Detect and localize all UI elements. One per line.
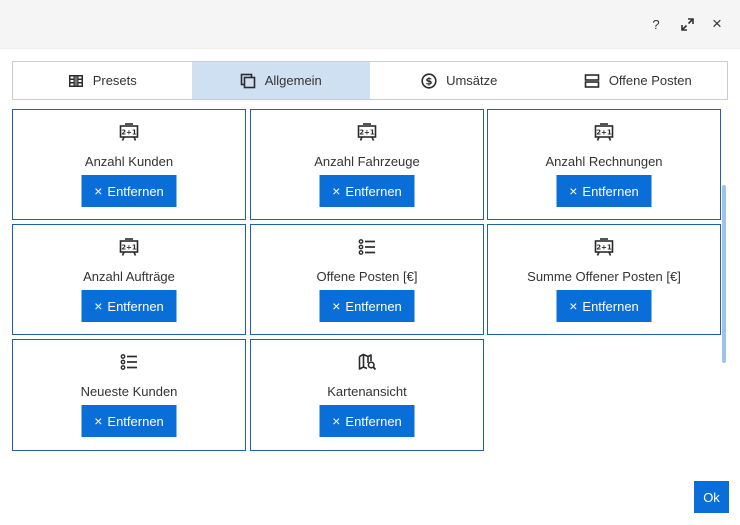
list-icon [118, 352, 140, 372]
map-search-icon [356, 352, 378, 372]
close-icon: × [94, 413, 103, 429]
close-button[interactable]: × [707, 14, 727, 34]
remove-label: Entfernen [345, 298, 402, 314]
remove-label: Entfernen [107, 183, 164, 199]
svg-text:$: $ [426, 76, 433, 87]
tab-allgemein-label: Allgemein [264, 73, 322, 88]
ok-button[interactable]: Ok [694, 481, 729, 513]
widget-title: Anzahl Rechnungen [545, 154, 663, 169]
close-icon: × [569, 183, 578, 199]
widget-title: Summe Offener Posten [€] [527, 269, 681, 284]
close-icon: × [712, 14, 722, 33]
widget-title: Anzahl Aufträge [83, 269, 175, 284]
remove-label: Entfernen [345, 413, 402, 429]
svg-text:2+1: 2+1 [596, 129, 612, 137]
widget-card-offene-posten: Offene Posten [€] × Entfernen [250, 224, 484, 335]
widget-title: Offene Posten [€] [316, 269, 418, 284]
maximize-button[interactable] [677, 14, 697, 34]
help-icon: ? [652, 16, 660, 32]
remove-button[interactable]: × Entfernen [556, 290, 652, 322]
widget-card-neueste-kunden: Neueste Kunden × Entfernen [12, 339, 246, 451]
remove-button[interactable]: × Entfernen [319, 175, 415, 207]
svg-text:2+1: 2+1 [596, 244, 612, 252]
remove-label: Entfernen [107, 413, 164, 429]
tab-offene-posten[interactable]: Offene Posten [549, 62, 728, 99]
scrollbar[interactable] [722, 185, 726, 363]
widget-card-summe-offener-posten: 2+1 Summe Offener Posten [€] × Entfernen [487, 224, 721, 335]
widget-card-anzahl-rechnungen: 2+1 Anzahl Rechnungen × Entfernen [487, 109, 721, 220]
presets-icon [68, 74, 83, 87]
stack-icon [584, 73, 600, 88]
dialog-header: ? × [0, 0, 740, 49]
widget-card-kartenansicht: Kartenansicht × Entfernen [250, 339, 484, 451]
widget-card-anzahl-auftraege: 2+1 Anzahl Aufträge × Entfernen [12, 224, 246, 335]
counter-icon: 2+1 [356, 122, 378, 142]
remove-label: Entfernen [582, 183, 639, 199]
tab-umsaetze-label: Umsätze [446, 73, 498, 88]
counter-icon: 2+1 [118, 237, 140, 257]
close-icon: × [332, 298, 341, 314]
counter-icon: 2+1 [118, 122, 140, 142]
svg-text:2+1: 2+1 [121, 129, 137, 137]
tab-presets-label: Presets [92, 73, 137, 88]
remove-label: Entfernen [107, 298, 164, 314]
svg-text:2+1: 2+1 [359, 129, 375, 137]
remove-label: Entfernen [345, 183, 402, 199]
remove-button[interactable]: × Entfernen [319, 290, 415, 322]
tab-allgemein[interactable]: Allgemein [191, 62, 370, 99]
maximize-icon [680, 17, 694, 31]
close-icon: × [332, 183, 341, 199]
remove-button[interactable]: × Entfernen [81, 175, 177, 207]
close-icon: × [332, 413, 341, 429]
copy-icon [240, 73, 256, 88]
counter-icon: 2+1 [593, 237, 615, 257]
tab-presets[interactable]: Presets [13, 62, 192, 99]
widget-card-anzahl-fahrzeuge: 2+1 Anzahl Fahrzeuge × Entfernen [250, 109, 484, 220]
remove-button[interactable]: × Entfernen [81, 405, 177, 437]
tab-umsaetze[interactable]: $ Umsätze [370, 62, 549, 99]
dollar-circle-icon: $ [421, 72, 437, 89]
close-icon: × [569, 298, 578, 314]
widget-title: Anzahl Fahrzeuge [314, 154, 420, 169]
remove-button[interactable]: × Entfernen [319, 405, 415, 437]
help-button[interactable]: ? [646, 14, 666, 34]
close-icon: × [94, 183, 103, 199]
counter-icon: 2+1 [593, 122, 615, 142]
remove-button[interactable]: × Entfernen [556, 175, 652, 207]
tab-bar: Presets Allgemein $ Umsätze Offene Poste… [12, 61, 728, 100]
remove-button[interactable]: × Entfernen [81, 290, 177, 322]
widget-title: Kartenansicht [327, 384, 407, 399]
close-icon: × [94, 298, 103, 314]
remove-label: Entfernen [582, 298, 639, 314]
svg-text:2+1: 2+1 [121, 244, 137, 252]
widget-title: Anzahl Kunden [84, 154, 174, 169]
widget-title: Neueste Kunden [80, 384, 178, 399]
list-icon [356, 237, 378, 257]
tab-offene-posten-label: Offene Posten [608, 73, 692, 88]
widget-card-anzahl-kunden: 2+1 Anzahl Kunden × Entfernen [12, 109, 246, 220]
